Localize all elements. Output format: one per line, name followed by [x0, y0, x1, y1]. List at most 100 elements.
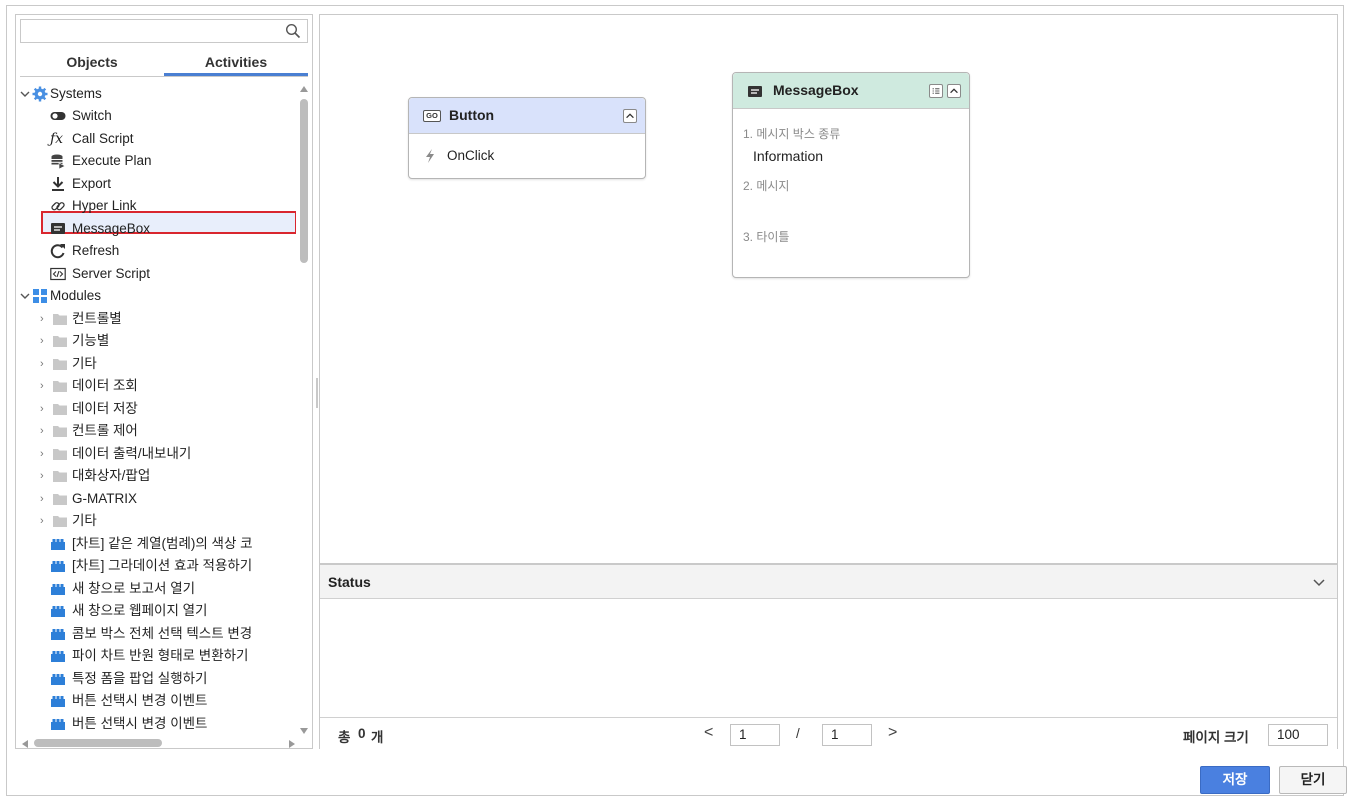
database-execute-icon	[51, 154, 66, 169]
folder-icon	[53, 471, 67, 482]
panel-splitter[interactable]	[316, 378, 318, 408]
tree-horizontal-scrollbar[interactable]	[20, 737, 296, 749]
tree-item-label: Execute Plan	[72, 153, 152, 168]
page-separator: /	[796, 726, 800, 741]
folder-icon	[53, 426, 67, 437]
modules-grid-icon	[33, 289, 47, 303]
messagebox-node[interactable]: MessageBox 1. 메시지 박스 종류 Information 2. 메…	[732, 72, 970, 278]
button-node[interactable]: GO Button OnClick	[408, 97, 646, 179]
folder-icon	[53, 336, 67, 347]
tree-folder-label: 컨트롤 제어	[72, 423, 138, 438]
chevron-down-icon[interactable]	[1311, 574, 1327, 590]
tree-item-label: 새 창으로 웹페이지 열기	[72, 603, 208, 618]
search-box[interactable]	[20, 19, 308, 43]
node-title: Button	[449, 107, 495, 123]
param-label: 1. 메시지 박스 종류	[743, 127, 841, 141]
collapse-up-icon[interactable]	[947, 84, 961, 98]
function-fx-icon: ƒx	[50, 131, 64, 147]
tree-item-label: 버튼 선택시 변경 이벤트	[72, 716, 208, 731]
total-unit: 개	[371, 730, 384, 745]
tree-item-label: [차트] 같은 계열(범례)의 색상 코	[72, 536, 253, 551]
tree-item-label: MessageBox	[72, 221, 151, 236]
activity-tree: Systems Switch ƒx Call Script Execute Pl…	[20, 83, 296, 735]
tree-group-systems[interactable]: Systems	[20, 83, 290, 105]
status-pager: 총 0 개 < 1 / 1 > 페이지 크기 100	[320, 717, 1337, 749]
link-icon	[51, 202, 65, 211]
flow-canvas[interactable]: GO Button OnClick MessageBox 1. 메시지 박스 종…	[319, 14, 1338, 564]
scroll-left-arrow-icon[interactable]	[21, 739, 29, 749]
scroll-up-arrow-icon[interactable]	[299, 85, 309, 93]
tree-folder-label: 기능별	[72, 333, 110, 348]
module-block-icon	[51, 606, 65, 617]
total-label: 총	[338, 730, 351, 745]
folder-icon	[53, 314, 67, 325]
list-view-icon[interactable]	[929, 84, 943, 98]
page-size-label: 페이지 크기	[1183, 730, 1249, 745]
tree-folder-label: 컨트롤별	[72, 311, 122, 326]
tree-folder-label: G-MATRIX	[72, 491, 137, 506]
lightning-icon	[426, 149, 434, 163]
tree-group-label: Systems	[50, 86, 102, 101]
tree-folder-label: 대화상자/팝업	[72, 468, 151, 483]
button-type-icon: GO	[423, 110, 441, 122]
chevron-down-icon[interactable]	[20, 86, 30, 102]
module-block-icon	[51, 539, 65, 550]
tree-item-label: Call Script	[72, 131, 134, 146]
scrollbar-thumb[interactable]	[300, 99, 308, 263]
tree-folder-label: 기타	[72, 513, 97, 528]
code-icon	[50, 267, 66, 281]
param-value[interactable]: Information	[753, 148, 823, 164]
next-page-button[interactable]: >	[888, 724, 897, 742]
tree-item-label: 버튼 선택시 변경 이벤트	[72, 693, 208, 708]
event-onclick[interactable]: OnClick	[447, 148, 494, 163]
tree-vertical-scrollbar[interactable]	[297, 83, 311, 737]
tab-activities[interactable]: Activities	[164, 49, 308, 76]
status-header[interactable]: Status	[320, 565, 1337, 599]
tree-group-modules[interactable]: Modules	[20, 285, 290, 307]
search-icon[interactable]	[285, 23, 301, 39]
scroll-down-arrow-icon[interactable]	[299, 727, 309, 735]
message-icon	[748, 86, 762, 97]
button-node-header[interactable]: GO Button	[409, 98, 645, 134]
total-count: 0	[358, 726, 366, 741]
status-title: Status	[328, 574, 371, 590]
tree-item-label: Export	[72, 176, 112, 191]
tree-item-label: [차트] 그라데이션 효과 적용하기	[72, 558, 253, 573]
gear-icon	[32, 86, 48, 102]
current-page-input[interactable]: 1	[730, 724, 780, 746]
tree-folder-label: 기타	[72, 356, 97, 371]
palette-tabs: Objects Activities	[20, 49, 308, 77]
module-block-icon	[51, 651, 65, 662]
tab-objects[interactable]: Objects	[20, 49, 164, 76]
tree-item-label: Switch	[72, 108, 112, 123]
folder-icon	[53, 404, 67, 415]
search-input[interactable]	[21, 20, 281, 42]
module-block-icon	[51, 719, 65, 730]
chevron-down-icon[interactable]	[20, 288, 30, 304]
switch-toggle-icon	[50, 112, 66, 120]
scroll-right-arrow-icon[interactable]	[288, 739, 296, 749]
folder-icon	[53, 494, 67, 505]
node-title: MessageBox	[773, 82, 859, 98]
refresh-icon	[50, 244, 65, 259]
page-size-input[interactable]: 100	[1268, 724, 1328, 746]
tree-item-label: Refresh	[72, 243, 120, 258]
collapse-up-icon[interactable]	[623, 109, 637, 123]
module-block-icon	[51, 561, 65, 572]
scrollbar-thumb[interactable]	[34, 739, 162, 747]
prev-page-button[interactable]: <	[704, 724, 713, 742]
close-button[interactable]: 닫기	[1279, 766, 1347, 794]
tree-item-label: 파이 차트 반원 형태로 변환하기	[72, 648, 249, 663]
activity-editor-dialog: Objects Activities Systems Switch ƒx Cal…	[6, 5, 1347, 796]
folder-icon	[53, 359, 67, 370]
folder-icon	[53, 449, 67, 460]
folder-icon	[53, 516, 67, 527]
messagebox-node-header[interactable]: MessageBox	[733, 73, 969, 109]
status-panel: Status 총 0 개 < 1 / 1 > 페이지 크기 100	[319, 564, 1338, 749]
tree-group-label: Modules	[50, 288, 102, 303]
download-icon	[52, 177, 64, 191]
message-icon	[51, 223, 65, 234]
save-button[interactable]: 저장	[1200, 766, 1270, 794]
module-block-icon	[51, 696, 65, 707]
module-block-icon	[51, 584, 65, 595]
